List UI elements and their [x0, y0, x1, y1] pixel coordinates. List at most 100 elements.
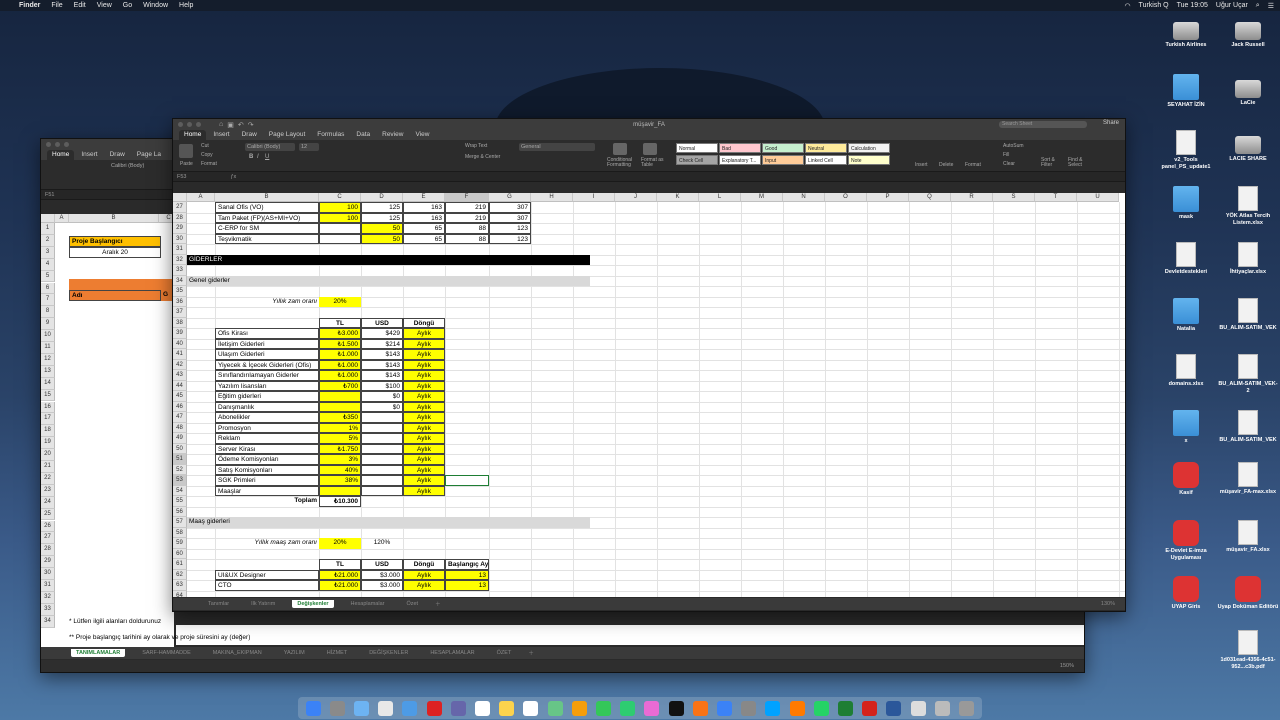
- format-as-table-button[interactable]: Format as Table: [641, 158, 665, 168]
- redo-icon[interactable]: ↷: [248, 121, 254, 129]
- col-header-l[interactable]: L: [699, 193, 741, 202]
- cell-style-swatch[interactable]: Note: [848, 155, 890, 165]
- back-row-header[interactable]: 29: [41, 556, 55, 569]
- tab-home[interactable]: Home: [179, 130, 207, 140]
- desktop-icon[interactable]: LaCie: [1217, 74, 1279, 107]
- salary-tl[interactable]: ₺21.000: [319, 569, 361, 580]
- back-sheet-tab-tanimlamalar[interactable]: TANIMLAMALAR: [71, 649, 126, 657]
- expense-name[interactable]: Promosyon: [215, 422, 319, 433]
- number-format-select[interactable]: General: [519, 143, 595, 151]
- front-excel-window[interactable]: ⌂ ▣ ↶ ↷ müşavir_FA Search Sheet Share Ho…: [172, 118, 1126, 612]
- col-header-s[interactable]: S: [993, 193, 1035, 202]
- header-usd[interactable]: USD: [361, 317, 403, 328]
- back-row-header[interactable]: 1: [41, 223, 55, 235]
- back-row-header[interactable]: 9: [41, 318, 55, 331]
- expense-usd[interactable]: $0: [361, 391, 403, 402]
- select-all-corner[interactable]: [173, 193, 187, 202]
- salary-dongu[interactable]: Aylık: [403, 569, 445, 580]
- trash-icon[interactable]: [959, 700, 975, 716]
- desktop-icon[interactable]: Devletdestekleri: [1155, 242, 1217, 276]
- format-painter-button[interactable]: Format: [201, 161, 217, 167]
- menu-window[interactable]: Window: [143, 2, 168, 9]
- expense-name[interactable]: Ödeme Komisyonları: [215, 454, 319, 465]
- books-icon[interactable]: [692, 700, 708, 716]
- header-usd[interactable]: USD: [361, 559, 403, 570]
- row-header[interactable]: 48: [173, 422, 187, 433]
- row-header[interactable]: 34: [173, 275, 187, 286]
- zoom-level[interactable]: 130%: [1101, 601, 1115, 607]
- row-header[interactable]: 35: [173, 286, 187, 297]
- sheet-tab-ozet[interactable]: Özet: [401, 600, 423, 608]
- menu-list-icon[interactable]: ☰: [1268, 2, 1274, 10]
- expense-tl[interactable]: 3%: [319, 454, 361, 465]
- row-header[interactable]: 61: [173, 559, 187, 570]
- header-baslangic[interactable]: Başlangıç Ayı: [445, 559, 489, 570]
- desktop-icon[interactable]: v2_Tools panel_PS_update1: [1155, 130, 1217, 171]
- expense-usd[interactable]: $143: [361, 370, 403, 381]
- row-header[interactable]: 38: [173, 317, 187, 328]
- clock[interactable]: Tue 19:05: [1177, 2, 1208, 9]
- format-cells-button[interactable]: Format: [965, 162, 981, 168]
- expense-tl[interactable]: 1%: [319, 422, 361, 433]
- add-sheet-icon[interactable]: ＋: [435, 600, 441, 608]
- italic-button[interactable]: I: [257, 154, 259, 160]
- expense-dongu[interactable]: Aylık: [403, 349, 445, 360]
- expense-tl[interactable]: ₺1.000: [319, 359, 361, 370]
- whatsapp-icon[interactable]: [813, 700, 829, 716]
- desktop-icon[interactable]: LACIE SHARE: [1217, 130, 1279, 163]
- preferences-icon[interactable]: [741, 700, 757, 716]
- expense-usd[interactable]: [361, 464, 403, 475]
- salary-dongu[interactable]: Aylık: [403, 580, 445, 591]
- copy-button[interactable]: Copy: [201, 152, 213, 158]
- autosum-button[interactable]: AutoSum: [1003, 143, 1024, 149]
- expense-usd[interactable]: $143: [361, 349, 403, 360]
- desktop-icon[interactable]: SEYAHAT İZİN: [1155, 74, 1217, 109]
- row-header[interactable]: 51: [173, 454, 187, 465]
- opera-icon[interactable]: [426, 700, 442, 716]
- table-cell[interactable]: 307: [489, 202, 531, 213]
- expense-dongu[interactable]: Aylık: [403, 422, 445, 433]
- expense-tl[interactable]: ₺1.750: [319, 443, 361, 454]
- table-cell[interactable]: 100: [319, 202, 361, 213]
- maas-zam-value-2[interactable]: 120%: [361, 538, 403, 549]
- col-header-j[interactable]: J: [615, 193, 657, 202]
- back-row-header[interactable]: 24: [41, 496, 55, 509]
- row-header[interactable]: 56: [173, 506, 187, 517]
- salary-name[interactable]: CTO: [215, 580, 319, 591]
- row-header[interactable]: 43: [173, 370, 187, 381]
- row-header[interactable]: 28: [173, 212, 187, 223]
- excel-icon[interactable]: [838, 700, 854, 716]
- expense-name[interactable]: Sınıflandırılamayan Giderler: [215, 370, 319, 381]
- row-header[interactable]: 30: [173, 233, 187, 244]
- desktop-icon[interactable]: x: [1155, 410, 1217, 445]
- expense-dongu[interactable]: Aylık: [403, 443, 445, 454]
- back-row-header[interactable]: 26: [41, 520, 55, 533]
- row-header[interactable]: 57: [173, 517, 187, 528]
- row-header[interactable]: 64: [173, 590, 187, 597]
- section-giderler[interactable]: GİDERLER: [187, 254, 590, 265]
- table-cell[interactable]: 219: [445, 212, 489, 223]
- messages-icon[interactable]: [596, 700, 612, 716]
- cell-style-swatch[interactable]: Normal: [676, 143, 718, 153]
- expense-name[interactable]: İletişim Giderleri: [215, 338, 319, 349]
- cell-style-swatch[interactable]: Good: [762, 143, 804, 153]
- back-cell-adi[interactable]: Adı: [69, 290, 161, 301]
- cell-style-swatch[interactable]: Bad: [719, 143, 761, 153]
- back-row-header[interactable]: 33: [41, 603, 55, 616]
- back-row-header[interactable]: 3: [41, 246, 55, 259]
- col-header-c[interactable]: C: [319, 193, 361, 202]
- back-zoom-level[interactable]: 150%: [1060, 663, 1074, 669]
- tab-view[interactable]: View: [410, 130, 434, 140]
- back-row-header[interactable]: 18: [41, 425, 55, 438]
- paste-icon[interactable]: [179, 144, 193, 158]
- expense-name[interactable]: Eğitim giderleri: [215, 391, 319, 402]
- expense-dongu[interactable]: Aylık: [403, 433, 445, 444]
- table-cell[interactable]: Teşvikmatik: [215, 233, 319, 244]
- desktop-icon[interactable]: UYAP Giris: [1155, 576, 1217, 611]
- row-header[interactable]: 49: [173, 433, 187, 444]
- table-cell[interactable]: 125: [361, 212, 403, 223]
- desktop-icon[interactable]: müşavir_FA-max.xlsx: [1217, 462, 1279, 496]
- desktop-icon[interactable]: İhtiyaçlar.xlsx: [1217, 242, 1279, 276]
- maas-zam-value[interactable]: 20%: [319, 538, 361, 549]
- expense-name[interactable]: Maaşlar: [215, 485, 319, 496]
